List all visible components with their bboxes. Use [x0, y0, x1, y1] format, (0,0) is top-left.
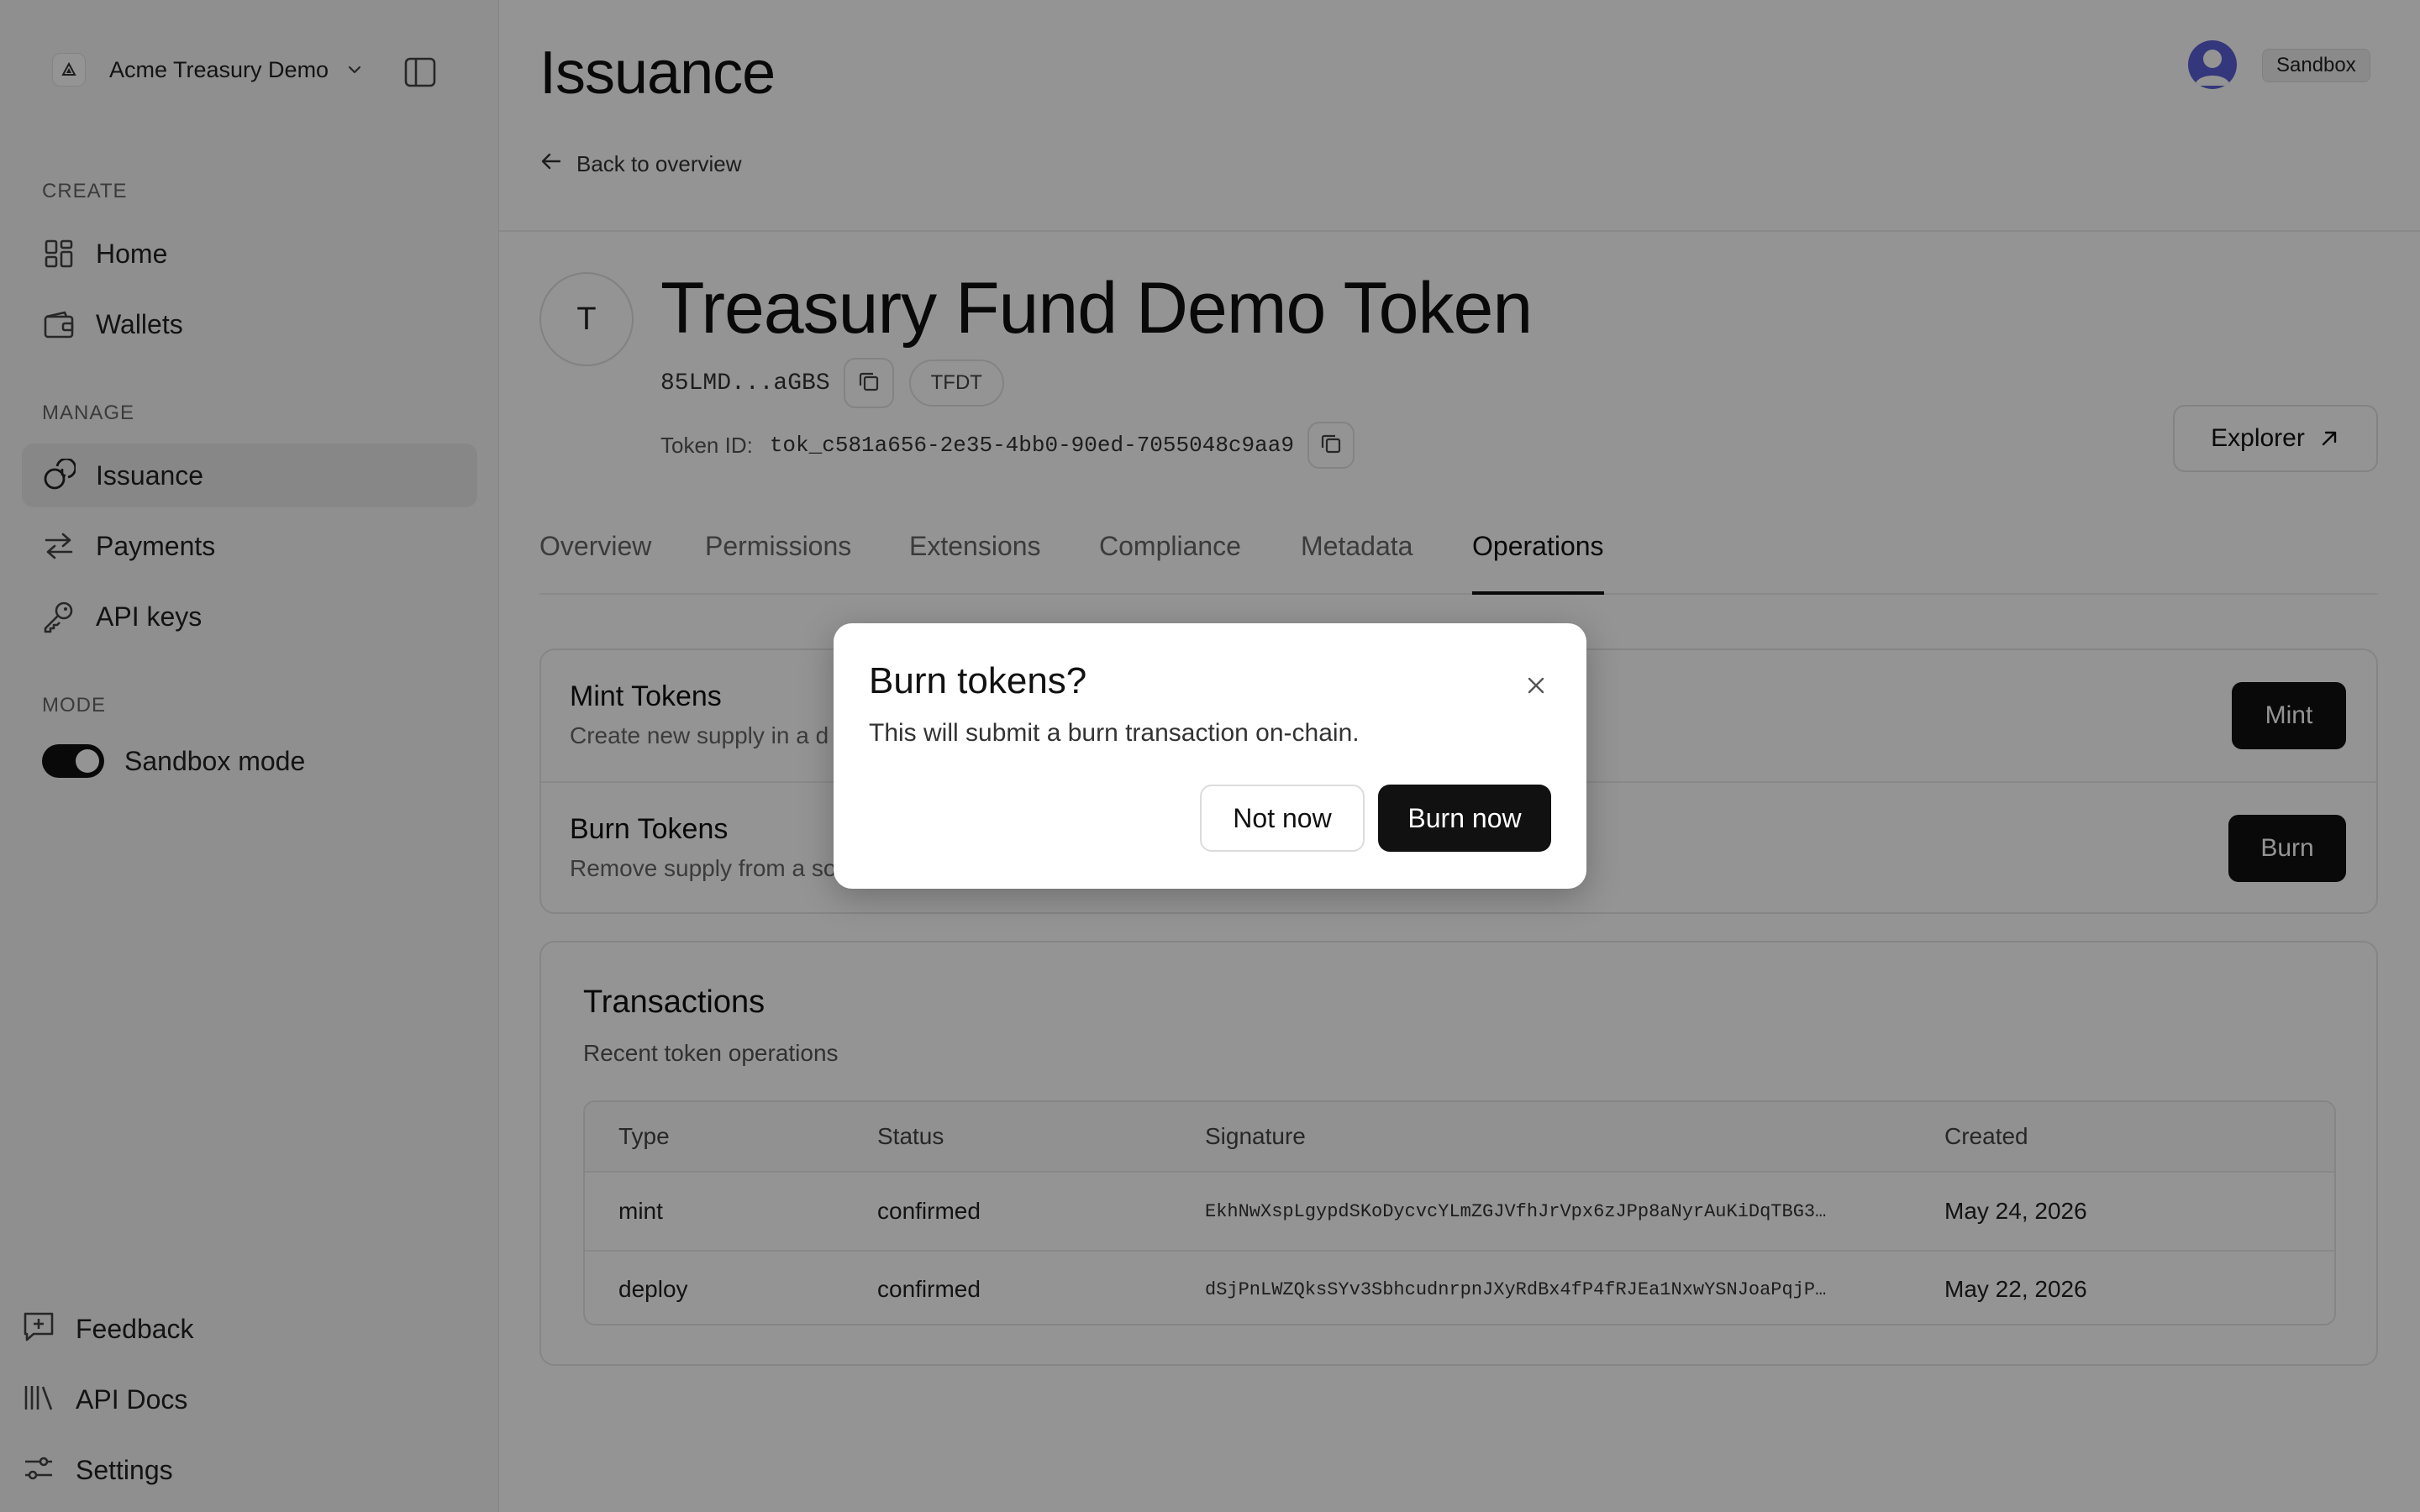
close-icon[interactable] [1521, 670, 1551, 701]
not-now-button[interactable]: Not now [1200, 785, 1365, 852]
dialog-title: Burn tokens? [869, 660, 1087, 701]
burn-confirm-dialog: Burn tokens? This will submit a burn tra… [834, 623, 1586, 889]
burn-now-button[interactable]: Burn now [1378, 785, 1551, 852]
dialog-description: This will submit a burn transaction on-c… [869, 719, 1360, 747]
